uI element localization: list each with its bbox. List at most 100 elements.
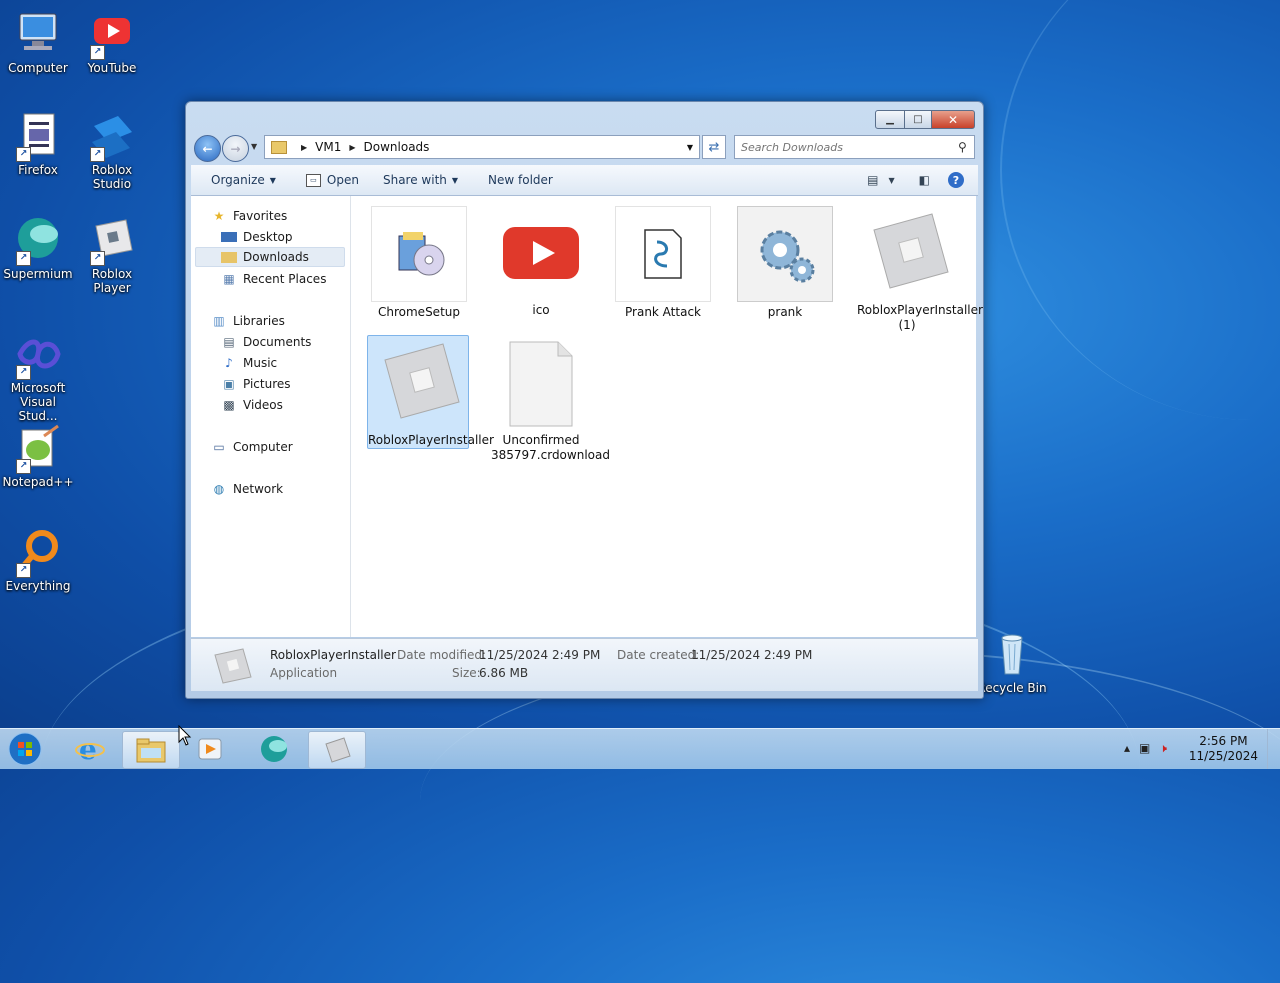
minimize-button[interactable]: ▁ [875,110,905,129]
nav-videos[interactable]: ▩ Videos [221,395,283,415]
script-icon [615,206,711,302]
new-folder-button[interactable]: New folder [488,173,553,187]
refresh-button[interactable]: ⇄ [702,135,726,159]
file-list: ChromeSetup ico Prank Attack prank Roblo… [351,196,983,637]
nav-desktop[interactable]: Desktop [221,227,293,247]
recent-pages-dropdown[interactable]: ▼ [251,142,257,151]
navigation-pane: ★ Favorites Desktop Downloads ▦ Recent P… [191,196,351,637]
taskbar-internet-explorer[interactable]: e [62,731,118,767]
nav-music[interactable]: ♪ Music [221,353,277,373]
volume-muted-icon[interactable]: 🕨 [1159,741,1167,756]
chevron-down-icon[interactable]: ▼ [687,143,693,152]
clock-date: 11/25/2024 [1188,749,1258,763]
detail-name: RobloxPlayerInstaller [270,648,396,662]
nav-favorites[interactable]: ★ Favorites [211,206,288,226]
file-item-selected[interactable]: RobloxPlayerInstaller [367,335,494,449]
desktop-icon-visual-studio[interactable]: ↗ Microsoft Visual Stud... [0,330,76,423]
change-view-icon[interactable]: ▤ [867,173,878,187]
desktop-icon-supermium[interactable]: ↗ Supermium [0,216,76,281]
nav-documents[interactable]: ▤ Documents [221,332,311,352]
roblox-icon [371,336,465,430]
installer-cd-icon [371,206,467,302]
shortcut-arrow-icon: ↗ [90,45,105,60]
roblox-icon [860,206,954,300]
desktop-icon-computer[interactable]: Computer [0,10,76,75]
open-icon: ▭ [305,173,321,187]
nav-recent-places[interactable]: ▦ Recent Places [221,269,326,289]
file-item[interactable]: ico [491,206,591,318]
roblox-studio-icon: ↗ [88,112,136,162]
help-icon[interactable]: ? [948,172,964,188]
taskbar-explorer[interactable] [122,731,180,769]
detail-type: Application [270,666,338,680]
search-input[interactable] [735,139,958,155]
network-icon: ◍ [213,482,225,496]
taskbar-roblox-installer[interactable] [308,731,366,769]
file-item[interactable]: prank [735,206,835,320]
share-with-button[interactable]: Share with ▼ [383,173,458,187]
view-controls: ▤ ▼ ◧ ? [867,172,978,188]
libraries-icon: ▥ [213,314,225,328]
shortcut-arrow-icon: ↗ [16,563,31,578]
nav-network[interactable]: ◍ Network [211,479,283,499]
address-bar[interactable]: ▶ VM1 ▶ Downloads ▼ [264,135,700,159]
forward-button[interactable]: → [222,135,249,162]
recycle-bin-icon [988,630,1036,678]
mouse-cursor-icon [178,725,192,746]
desktop-icon-firefox[interactable]: ↗ Firefox [0,112,76,177]
breadcrumb-downloads[interactable]: Downloads [364,140,430,154]
videos-icon: ▩ [223,398,235,412]
show-desktop-button[interactable] [1267,729,1280,769]
desktop-icon-notepadpp[interactable]: ↗ Notepad++ [0,424,76,489]
clock[interactable]: 2:56 PM 11/25/2024 [1189,734,1258,764]
recent-places-icon: ▦ [223,272,235,286]
documents-icon: ▤ [223,335,235,349]
chevron-right-icon: ▶ [349,142,356,152]
nav-pictures[interactable]: ▣ Pictures [221,374,290,394]
search-box[interactable]: ⚲ [734,135,975,159]
start-button[interactable] [0,731,50,767]
nav-libraries[interactable]: ▥ Libraries [211,311,285,331]
close-button[interactable]: ✕ [932,110,975,129]
desktop-icon-roblox-studio[interactable]: ↗ Roblox Studio [74,112,150,191]
chevron-down-icon[interactable]: ▼ [889,176,895,185]
document-icon: ↗ [14,112,62,162]
desktop-icon-everything[interactable]: ↗ Everything [0,528,76,593]
file-item[interactable]: ChromeSetup [369,206,469,320]
gears-icon [737,206,833,302]
preview-pane-icon[interactable]: ◧ [919,173,930,187]
chevron-down-icon: ▼ [269,175,276,185]
roblox-icon: ↗ [88,216,136,266]
computer-icon [14,10,62,58]
detail-date-created: 11/25/2024 2:49 PM [691,648,813,662]
folder-icon [136,738,166,763]
back-button[interactable]: ← [194,135,221,162]
blank-file-icon [494,336,588,430]
svg-text:e: e [79,734,97,764]
desktop-folder-icon [221,232,237,242]
pictures-icon: ▣ [223,377,235,391]
file-item[interactable]: RobloxPlayerInstaller (1) [857,206,983,333]
organize-button[interactable]: Organize ▼ [211,173,276,187]
file-item[interactable]: Unconfirmed 385797.crdownload [491,336,610,463]
computer-icon: ▭ [213,440,225,454]
file-item[interactable]: Prank Attack [613,206,713,320]
network-tray-icon[interactable]: ▣ [1139,741,1150,756]
explorer-window: ▁ □ ✕ ← → ▼ ▶ VM1 ▶ Downloads ▼ ⇄ ⚲ Orga… [185,101,984,699]
shortcut-arrow-icon: ↗ [16,147,31,162]
open-button[interactable]: ▭ Open [305,173,359,187]
desktop-icon-youtube[interactable]: ↗ YouTube [74,10,150,75]
taskbar-supermium[interactable] [246,731,302,767]
nav-computer[interactable]: ▭ Computer [211,437,292,457]
nav-downloads[interactable]: Downloads [195,247,345,267]
selected-file-thumb [211,647,255,690]
desktop-icon-roblox-player[interactable]: ↗ Roblox Player [74,216,150,295]
maximize-button[interactable]: □ [905,110,932,129]
youtube-icon: ↗ [88,10,136,60]
breadcrumb-vm1[interactable]: VM1 [315,140,341,154]
desktop-icon-recycle-bin[interactable]: Recycle Bin [974,630,1050,695]
windows-orb-icon [8,732,42,766]
detail-size: 6.86 MB [479,666,529,680]
show-hidden-icons-icon[interactable]: ▴ [1124,741,1130,756]
notepadpp-icon: ↗ [14,424,62,474]
